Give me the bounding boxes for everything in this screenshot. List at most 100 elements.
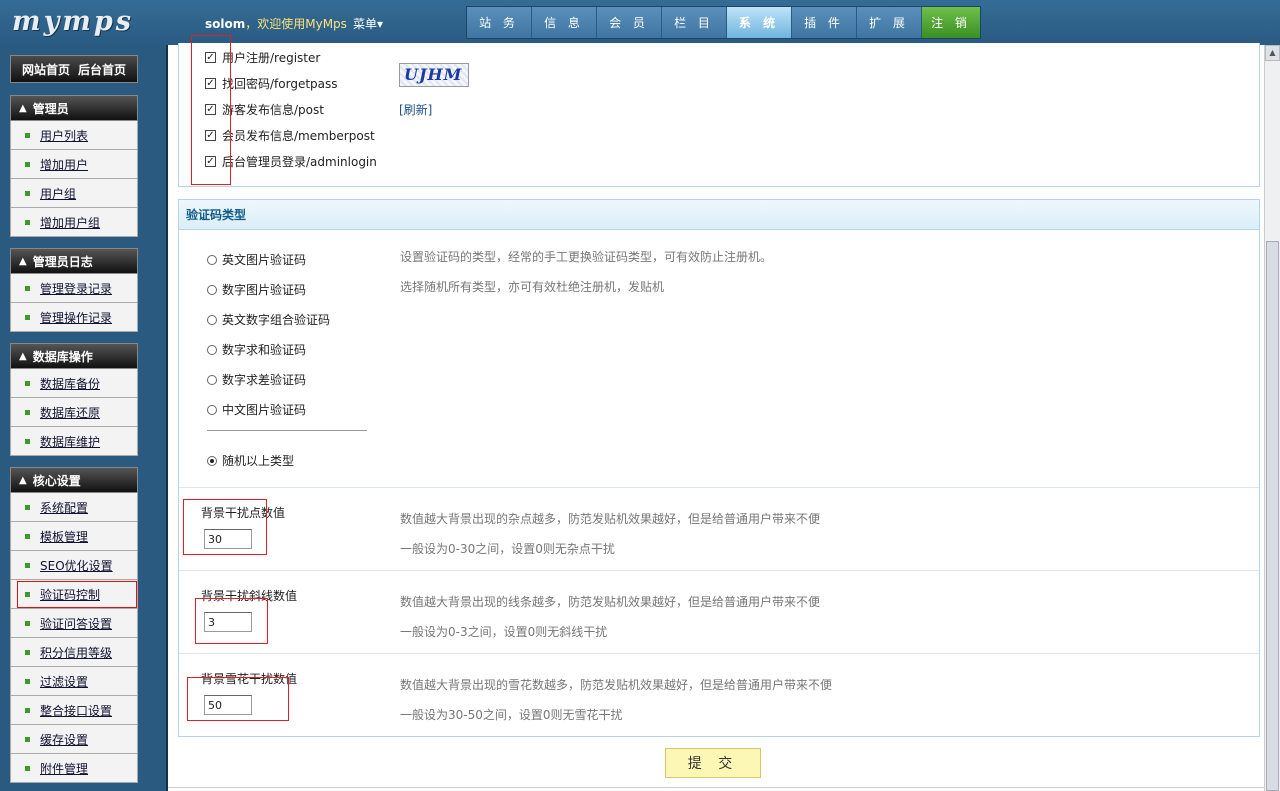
radio-selected-icon[interactable] <box>207 455 217 466</box>
bullet-icon <box>25 409 30 415</box>
sidebar-item-label[interactable]: 过滤设置 <box>40 673 88 690</box>
sidebar-item-label[interactable]: 增加用户组 <box>40 214 100 231</box>
divider <box>179 570 1259 571</box>
bullet-icon <box>25 314 30 320</box>
sidebar-item-add-user-group[interactable]: 增加用户组 <box>10 208 138 237</box>
divider <box>207 430 367 431</box>
sidebar-item-label[interactable]: 管理操作记录 <box>40 309 112 326</box>
sidebar-item-filter[interactable]: 过滤设置 <box>10 667 138 696</box>
radio-icon[interactable] <box>207 404 217 415</box>
type-sum[interactable]: 数字求和验证码 <box>207 341 306 358</box>
type-number-image[interactable]: 数字图片验证码 <box>207 281 306 298</box>
type-chinese[interactable]: 中文图片验证码 <box>207 401 306 418</box>
scroll-up-arrow-icon[interactable]: ▲ <box>1265 45 1280 61</box>
noise-lines-desc-2: 一般设为0-3之间，设置0则无斜线干扰 <box>400 625 608 639</box>
noise-dots-desc-2: 一般设为0-30之间，设置0则无杂点干扰 <box>400 542 615 556</box>
sidebar-item-label[interactable]: 附件管理 <box>40 760 88 777</box>
radio-icon[interactable] <box>207 314 217 325</box>
sidebar-item-label[interactable]: 整合接口设置 <box>40 702 112 719</box>
group-admin-log-header[interactable]: ▲ 管理员日志 <box>10 248 138 274</box>
sidebar-item-db-maintain[interactable]: 数据库维护 <box>10 427 138 456</box>
sidebar-item-label[interactable]: 用户组 <box>40 185 76 202</box>
sidebar-item-label[interactable]: 验证问答设置 <box>40 615 112 632</box>
sidebar-item-credit[interactable]: 积分信用等级 <box>10 638 138 667</box>
sidebar: 网站首页 后台首页 ▲ 管理员 用户列表 增加用户 用户组 增加用户组 ▲ 管理员日… <box>0 45 166 791</box>
refresh-captcha-link[interactable]: [刷新] <box>399 101 432 118</box>
group-database: ▲ 数据库操作 数据库备份 数据库还原 数据库维护 <box>10 343 138 456</box>
sidebar-item-user-group[interactable]: 用户组 <box>10 179 138 208</box>
sidebar-item-label[interactable]: 模板管理 <box>40 528 88 545</box>
nav-member[interactable]: 会 员 <box>597 7 662 38</box>
radio-label: 数字图片验证码 <box>222 283 307 297</box>
admin-home-link[interactable]: 后台首页 <box>78 61 126 78</box>
sidebar-item-attachment[interactable]: 附件管理 <box>10 754 138 783</box>
site-home-link[interactable]: 网站首页 <box>22 61 70 78</box>
bullet-icon <box>25 219 30 225</box>
nav-logout[interactable]: 注 销 <box>922 7 980 38</box>
radio-label: 随机以上类型 <box>222 454 295 468</box>
nav-station[interactable]: 站 务 <box>467 7 532 38</box>
bullet-icon <box>25 438 30 444</box>
captcha-scope-panel: ✓ 用户注册/register ✓ 找回密码/forgetpass ✓ 游客发布信息/… <box>178 35 1260 187</box>
nav-column[interactable]: 栏 目 <box>662 7 727 38</box>
radio-icon[interactable] <box>207 374 217 385</box>
sidebar-item-label[interactable]: 缓存设置 <box>40 731 88 748</box>
sidebar-item-label[interactable]: 用户列表 <box>40 127 88 144</box>
sidebar-item-template[interactable]: 模板管理 <box>10 522 138 551</box>
group-database-header[interactable]: ▲ 数据库操作 <box>10 343 138 369</box>
radio-label: 中文图片验证码 <box>222 403 307 417</box>
noise-lines-desc-1: 数值越大背景出现的线条越多，防范发贴机效果越好，但是给普通用户带来不便 <box>400 595 821 609</box>
sidebar-item-label[interactable]: 积分信用等级 <box>40 644 112 661</box>
group-admin-header[interactable]: ▲ 管理员 <box>10 95 138 121</box>
radio-icon[interactable] <box>207 284 217 295</box>
nav-info[interactable]: 信 息 <box>532 7 597 38</box>
group-title: 数据库操作 <box>32 349 93 364</box>
highlight-box <box>187 677 289 721</box>
sidebar-item-login-log[interactable]: 管理登录记录 <box>10 274 138 303</box>
radio-label: 数字求和验证码 <box>222 343 307 357</box>
group-core-header[interactable]: ▲ 核心设置 <box>10 467 138 493</box>
group-core-settings: ▲ 核心设置 系统配置 模板管理 SEO优化设置 验证码控制 验证问答设置 积分信… <box>10 467 138 783</box>
sidebar-item-system-config[interactable]: 系统配置 <box>10 493 138 522</box>
sidebar-item-qa[interactable]: 验证问答设置 <box>10 609 138 638</box>
sidebar-item-label[interactable]: 验证码控制 <box>40 586 100 603</box>
radio-label: 英文数字组合验证码 <box>222 313 331 327</box>
sidebar-item-label[interactable]: 数据库维护 <box>40 433 100 450</box>
vertical-scrollbar[interactable]: ▲ <box>1264 45 1280 791</box>
sidebar-item-label[interactable]: 系统配置 <box>40 499 88 516</box>
highlight-box <box>191 35 231 185</box>
sidebar-item-operation-log[interactable]: 管理操作记录 <box>10 303 138 332</box>
radio-icon[interactable] <box>207 344 217 355</box>
nav-extend[interactable]: 扩 展 <box>857 7 922 38</box>
sidebar-item-label[interactable]: 管理登录记录 <box>40 280 112 297</box>
submit-button[interactable]: 提 交 <box>665 748 761 778</box>
sidebar-item-db-backup[interactable]: 数据库备份 <box>10 369 138 398</box>
nav-system[interactable]: 系 统 <box>727 7 792 38</box>
sidebar-item-seo[interactable]: SEO优化设置 <box>10 551 138 580</box>
radio-icon[interactable] <box>207 254 217 265</box>
sidebar-item-user-list[interactable]: 用户列表 <box>10 121 138 150</box>
sidebar-item-label[interactable]: SEO优化设置 <box>40 557 113 574</box>
radio-label: 英文图片验证码 <box>222 253 307 267</box>
sidebar-item-add-user[interactable]: 增加用户 <box>10 150 138 179</box>
highlight-box <box>195 598 268 644</box>
divider <box>179 653 1259 654</box>
welcome-text: solom，欢迎使用MyMps 菜单▾ <box>205 15 383 32</box>
type-random[interactable]: 随机以上类型 <box>207 452 294 469</box>
group-title: 管理员 <box>32 101 69 116</box>
sidebar-item-integration[interactable]: 整合接口设置 <box>10 696 138 725</box>
type-diff[interactable]: 数字求差验证码 <box>207 371 306 388</box>
captcha-type-title: 验证码类型 <box>179 200 1259 230</box>
type-english-image[interactable]: 英文图片验证码 <box>207 251 306 268</box>
nav-plugin[interactable]: 插 件 <box>792 7 857 38</box>
sidebar-item-label[interactable]: 数据库还原 <box>40 404 100 421</box>
main-nav: 站 务 信 息 会 员 栏 目 系 统 插 件 扩 展 注 销 <box>466 6 981 39</box>
type-alnum[interactable]: 英文数字组合验证码 <box>207 311 330 328</box>
sidebar-item-db-restore[interactable]: 数据库还原 <box>10 398 138 427</box>
sidebar-item-captcha[interactable]: 验证码控制 <box>10 580 138 609</box>
scroll-thumb[interactable] <box>1266 241 1279 791</box>
sidebar-item-cache[interactable]: 缓存设置 <box>10 725 138 754</box>
menu-dropdown[interactable]: 菜单▾ <box>353 17 383 31</box>
sidebar-item-label[interactable]: 增加用户 <box>40 156 88 173</box>
sidebar-item-label[interactable]: 数据库备份 <box>40 375 100 392</box>
